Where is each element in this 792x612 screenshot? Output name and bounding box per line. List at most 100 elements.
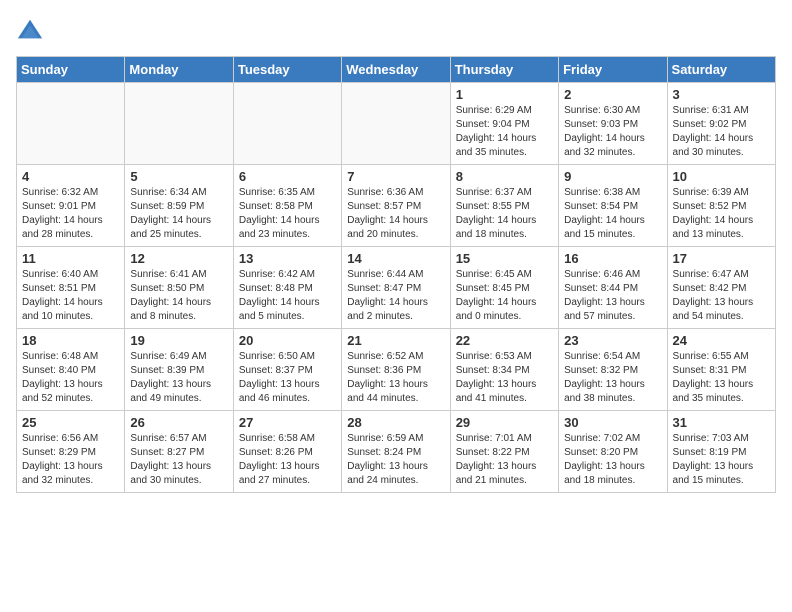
calendar-cell: 8 Sunrise: 6:37 AM Sunset: 8:55 PM Daylig… bbox=[450, 165, 558, 247]
calendar-cell: 7 Sunrise: 6:36 AM Sunset: 8:57 PM Daylig… bbox=[342, 165, 450, 247]
calendar-cell: 23 Sunrise: 6:54 AM Sunset: 8:32 PM Dayli… bbox=[559, 329, 667, 411]
calendar-table: SundayMondayTuesdayWednesdayThursdayFrid… bbox=[16, 56, 776, 493]
day-number: 5 bbox=[130, 169, 227, 184]
calendar-cell: 13 Sunrise: 6:42 AM Sunset: 8:48 PM Dayli… bbox=[233, 247, 341, 329]
page-header bbox=[16, 16, 776, 44]
day-info: Sunrise: 6:41 AM Sunset: 8:50 PM Dayligh… bbox=[130, 268, 227, 324]
calendar-cell: 21 Sunrise: 6:52 AM Sunset: 8:36 PM Dayli… bbox=[342, 329, 450, 411]
day-number: 12 bbox=[130, 251, 227, 266]
calendar-cell: 19 Sunrise: 6:49 AM Sunset: 8:39 PM Dayli… bbox=[125, 329, 233, 411]
day-number: 30 bbox=[564, 415, 661, 430]
day-info: Sunrise: 6:56 AM Sunset: 8:29 PM Dayligh… bbox=[22, 432, 119, 488]
day-info: Sunrise: 6:49 AM Sunset: 8:39 PM Dayligh… bbox=[130, 350, 227, 406]
day-info: Sunrise: 6:38 AM Sunset: 8:54 PM Dayligh… bbox=[564, 186, 661, 242]
day-of-week-header: Tuesday bbox=[233, 57, 341, 83]
day-info: Sunrise: 6:59 AM Sunset: 8:24 PM Dayligh… bbox=[347, 432, 444, 488]
calendar-cell: 20 Sunrise: 6:50 AM Sunset: 8:37 PM Dayli… bbox=[233, 329, 341, 411]
day-number: 31 bbox=[673, 415, 770, 430]
calendar-week-row: 18 Sunrise: 6:48 AM Sunset: 8:40 PM Dayli… bbox=[17, 329, 776, 411]
day-number: 27 bbox=[239, 415, 336, 430]
day-number: 8 bbox=[456, 169, 553, 184]
day-number: 4 bbox=[22, 169, 119, 184]
logo-icon bbox=[16, 16, 44, 44]
day-number: 19 bbox=[130, 333, 227, 348]
day-number: 6 bbox=[239, 169, 336, 184]
day-number: 20 bbox=[239, 333, 336, 348]
calendar-cell: 4Sunrise: 6:32 AM Sunset: 9:01 PM Daylig… bbox=[17, 165, 125, 247]
day-info: Sunrise: 6:46 AM Sunset: 8:44 PM Dayligh… bbox=[564, 268, 661, 324]
calendar-cell: 28 Sunrise: 6:59 AM Sunset: 8:24 PM Dayli… bbox=[342, 411, 450, 493]
day-number: 24 bbox=[673, 333, 770, 348]
day-of-week-header: Friday bbox=[559, 57, 667, 83]
day-info: Sunrise: 6:36 AM Sunset: 8:57 PM Dayligh… bbox=[347, 186, 444, 242]
calendar-cell: 15 Sunrise: 6:45 AM Sunset: 8:45 PM Dayli… bbox=[450, 247, 558, 329]
day-number: 3 bbox=[673, 87, 770, 102]
calendar-cell: 2 Sunrise: 6:30 AM Sunset: 9:03 PM Daylig… bbox=[559, 83, 667, 165]
day-info: Sunrise: 6:29 AM Sunset: 9:04 PM Dayligh… bbox=[456, 104, 553, 160]
day-of-week-header: Sunday bbox=[17, 57, 125, 83]
day-info: Sunrise: 6:44 AM Sunset: 8:47 PM Dayligh… bbox=[347, 268, 444, 324]
day-number: 15 bbox=[456, 251, 553, 266]
day-info: Sunrise: 6:55 AM Sunset: 8:31 PM Dayligh… bbox=[673, 350, 770, 406]
calendar-cell: 24 Sunrise: 6:55 AM Sunset: 8:31 PM Dayli… bbox=[667, 329, 775, 411]
calendar-cell: 11 Sunrise: 6:40 AM Sunset: 8:51 PM Dayli… bbox=[17, 247, 125, 329]
day-number: 2 bbox=[564, 87, 661, 102]
calendar-cell: 16 Sunrise: 6:46 AM Sunset: 8:44 PM Dayli… bbox=[559, 247, 667, 329]
day-number: 28 bbox=[347, 415, 444, 430]
day-info: Sunrise: 6:39 AM Sunset: 8:52 PM Dayligh… bbox=[673, 186, 770, 242]
day-info: Sunrise: 6:48 AM Sunset: 8:40 PM Dayligh… bbox=[22, 350, 119, 406]
day-number: 10 bbox=[673, 169, 770, 184]
day-number: 17 bbox=[673, 251, 770, 266]
calendar-cell: 18 Sunrise: 6:48 AM Sunset: 8:40 PM Dayli… bbox=[17, 329, 125, 411]
calendar-cell: 29Sunrise: 7:01 AM Sunset: 8:22 PM Dayli… bbox=[450, 411, 558, 493]
day-info: Sunrise: 6:53 AM Sunset: 8:34 PM Dayligh… bbox=[456, 350, 553, 406]
calendar-cell: 14Sunrise: 6:44 AM Sunset: 8:47 PM Dayli… bbox=[342, 247, 450, 329]
calendar-cell bbox=[17, 83, 125, 165]
calendar-cell: 22 Sunrise: 6:53 AM Sunset: 8:34 PM Dayli… bbox=[450, 329, 558, 411]
day-number: 13 bbox=[239, 251, 336, 266]
calendar-week-row: 11 Sunrise: 6:40 AM Sunset: 8:51 PM Dayli… bbox=[17, 247, 776, 329]
calendar-cell: 1Sunrise: 6:29 AM Sunset: 9:04 PM Daylig… bbox=[450, 83, 558, 165]
day-info: Sunrise: 7:02 AM Sunset: 8:20 PM Dayligh… bbox=[564, 432, 661, 488]
day-number: 23 bbox=[564, 333, 661, 348]
calendar-cell bbox=[342, 83, 450, 165]
day-info: Sunrise: 6:31 AM Sunset: 9:02 PM Dayligh… bbox=[673, 104, 770, 160]
day-of-week-header: Saturday bbox=[667, 57, 775, 83]
day-info: Sunrise: 6:54 AM Sunset: 8:32 PM Dayligh… bbox=[564, 350, 661, 406]
day-info: Sunrise: 6:30 AM Sunset: 9:03 PM Dayligh… bbox=[564, 104, 661, 160]
day-info: Sunrise: 6:34 AM Sunset: 8:59 PM Dayligh… bbox=[130, 186, 227, 242]
day-number: 22 bbox=[456, 333, 553, 348]
day-info: Sunrise: 6:50 AM Sunset: 8:37 PM Dayligh… bbox=[239, 350, 336, 406]
day-info: Sunrise: 6:52 AM Sunset: 8:36 PM Dayligh… bbox=[347, 350, 444, 406]
day-info: Sunrise: 6:45 AM Sunset: 8:45 PM Dayligh… bbox=[456, 268, 553, 324]
day-number: 11 bbox=[22, 251, 119, 266]
day-number: 29 bbox=[456, 415, 553, 430]
day-number: 21 bbox=[347, 333, 444, 348]
day-number: 26 bbox=[130, 415, 227, 430]
day-info: Sunrise: 6:47 AM Sunset: 8:42 PM Dayligh… bbox=[673, 268, 770, 324]
logo bbox=[16, 16, 48, 44]
calendar-cell bbox=[125, 83, 233, 165]
calendar-cell: 30 Sunrise: 7:02 AM Sunset: 8:20 PM Dayli… bbox=[559, 411, 667, 493]
day-info: Sunrise: 6:37 AM Sunset: 8:55 PM Dayligh… bbox=[456, 186, 553, 242]
calendar-cell: 31 Sunrise: 7:03 AM Sunset: 8:19 PM Dayli… bbox=[667, 411, 775, 493]
day-of-week-header: Thursday bbox=[450, 57, 558, 83]
calendar-cell: 6 Sunrise: 6:35 AM Sunset: 8:58 PM Daylig… bbox=[233, 165, 341, 247]
day-of-week-header: Wednesday bbox=[342, 57, 450, 83]
day-info: Sunrise: 6:58 AM Sunset: 8:26 PM Dayligh… bbox=[239, 432, 336, 488]
day-info: Sunrise: 6:40 AM Sunset: 8:51 PM Dayligh… bbox=[22, 268, 119, 324]
day-info: Sunrise: 6:35 AM Sunset: 8:58 PM Dayligh… bbox=[239, 186, 336, 242]
day-info: Sunrise: 7:03 AM Sunset: 8:19 PM Dayligh… bbox=[673, 432, 770, 488]
calendar-cell: 25 Sunrise: 6:56 AM Sunset: 8:29 PM Dayli… bbox=[17, 411, 125, 493]
calendar-week-row: 25 Sunrise: 6:56 AM Sunset: 8:29 PM Dayli… bbox=[17, 411, 776, 493]
calendar-header-row: SundayMondayTuesdayWednesdayThursdayFrid… bbox=[17, 57, 776, 83]
day-number: 16 bbox=[564, 251, 661, 266]
calendar-cell: 3 Sunrise: 6:31 AM Sunset: 9:02 PM Daylig… bbox=[667, 83, 775, 165]
calendar-cell: 5 Sunrise: 6:34 AM Sunset: 8:59 PM Daylig… bbox=[125, 165, 233, 247]
day-of-week-header: Monday bbox=[125, 57, 233, 83]
day-number: 7 bbox=[347, 169, 444, 184]
day-number: 25 bbox=[22, 415, 119, 430]
day-number: 18 bbox=[22, 333, 119, 348]
calendar-cell bbox=[233, 83, 341, 165]
day-info: Sunrise: 6:42 AM Sunset: 8:48 PM Dayligh… bbox=[239, 268, 336, 324]
